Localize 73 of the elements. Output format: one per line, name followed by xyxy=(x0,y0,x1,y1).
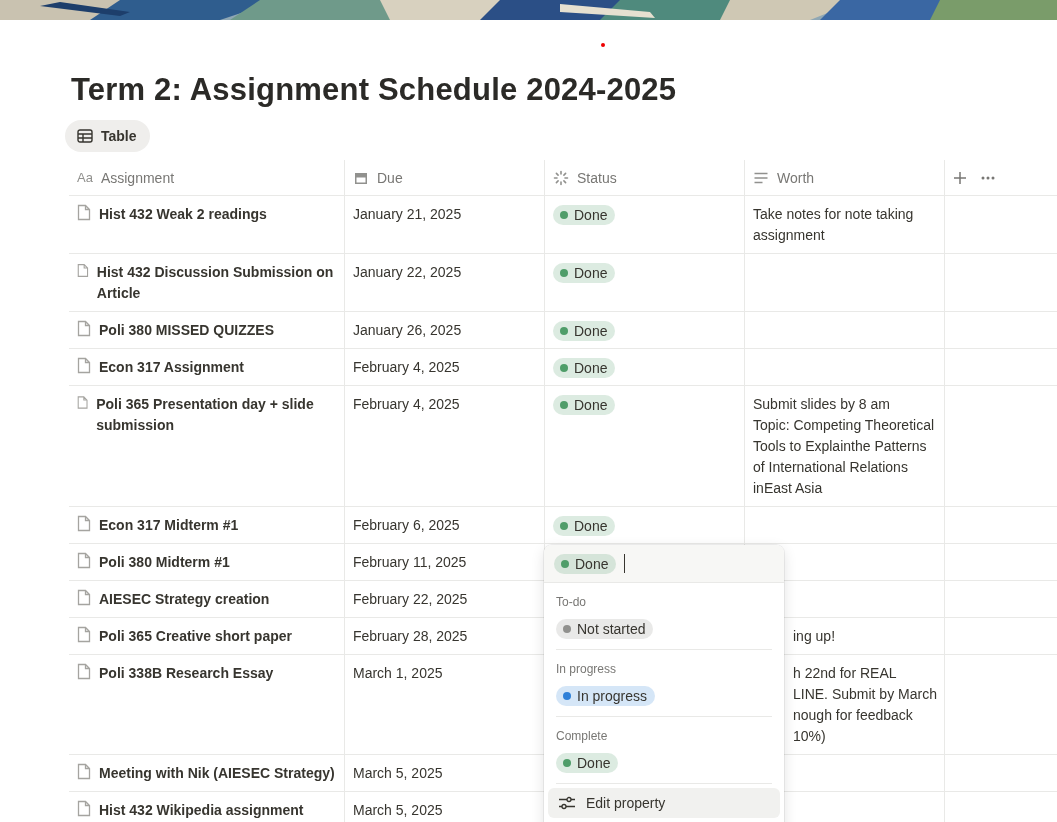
status-tag[interactable]: Done xyxy=(553,358,616,378)
assignment-name[interactable]: Poli 365 Creative short paper xyxy=(99,626,292,647)
due-date: March 5, 2025 xyxy=(353,802,443,818)
group-label: In progress xyxy=(556,662,618,676)
status-tag[interactable]: Done xyxy=(553,516,616,536)
status-tag[interactable]: Done xyxy=(553,263,616,283)
page-icon xyxy=(77,320,91,337)
due-date: February 6, 2025 xyxy=(353,517,460,533)
edit-property-item[interactable]: Edit property xyxy=(548,788,780,818)
page-icon xyxy=(77,262,89,279)
group-label: To-do xyxy=(556,595,588,609)
loading-icon xyxy=(553,169,569,186)
status-input-field[interactable]: Done xyxy=(544,545,784,583)
column-label: Status xyxy=(577,169,617,186)
group-label: Complete xyxy=(556,729,609,743)
due-date: February 4, 2025 xyxy=(353,396,460,412)
text-type-icon: Aa xyxy=(77,170,93,185)
due-date: January 22, 2025 xyxy=(353,264,462,280)
text-cursor xyxy=(624,554,626,573)
page-icon xyxy=(77,663,91,680)
assignment-name[interactable]: Econ 317 Assignment xyxy=(99,357,244,378)
column-header[interactable]: Aa Assignment xyxy=(69,160,344,196)
add-icon[interactable] xyxy=(953,170,967,185)
assignment-name[interactable]: Poli 338B Research Essay xyxy=(99,663,274,747)
page-icon xyxy=(77,515,91,532)
assignment-name[interactable]: Hist 432 Wikipedia assignment xyxy=(99,800,304,821)
worth-text: ing up! xyxy=(792,627,837,646)
worth-text: Submit slides by 8 am Topic: Competing Theoretical Tools to Explainthe Patterns of International Relations inEast Asia xyxy=(753,395,936,498)
sliders-icon xyxy=(558,796,576,810)
due-date: February 22, 2025 xyxy=(353,591,468,607)
column-label: Due xyxy=(377,169,403,186)
due-date: February 28, 2025 xyxy=(353,628,468,644)
page-icon xyxy=(77,800,91,817)
page-icon xyxy=(77,626,91,643)
status-option[interactable]: In progress xyxy=(556,686,656,706)
more-icon[interactable] xyxy=(981,175,995,180)
worth-text: Take notes for note taking assignment xyxy=(753,205,915,245)
page-icon xyxy=(77,589,91,606)
page-icon xyxy=(77,357,91,374)
assignment-name[interactable]: Poli 365 Presentation day + slide submission xyxy=(96,394,336,499)
page-icon xyxy=(77,394,89,411)
view-tab[interactable]: Table xyxy=(65,120,150,152)
page-icon xyxy=(77,204,91,221)
page-icon xyxy=(77,552,91,569)
due-date: March 1, 2025 xyxy=(353,665,443,681)
status-tag[interactable]: Done xyxy=(553,395,616,415)
due-date: February 11, 2025 xyxy=(353,554,467,570)
assignment-name[interactable]: Meeting with Nik (AIESEC Strategy) xyxy=(99,763,335,784)
table-icon xyxy=(77,129,93,143)
assignment-name[interactable]: Poli 380 MISSED QUIZZES xyxy=(99,320,275,341)
page-title: Term 2: Assignment Schedule 2024-2025 xyxy=(71,72,678,108)
due-date: March 5, 2025 xyxy=(353,765,443,781)
page-icon xyxy=(77,763,91,780)
status-tag[interactable]: Done xyxy=(553,321,616,341)
due-date: January 21, 2025 xyxy=(353,206,462,222)
column-label: Assignment xyxy=(100,169,175,186)
assignment-name[interactable]: Hist 432 Discussion Submission on Article xyxy=(96,262,336,304)
column-header[interactable]: Status xyxy=(544,160,744,196)
selected-status-tag[interactable]: Done xyxy=(554,553,617,574)
assignment-name[interactable]: Econ 317 Midterm #1 xyxy=(99,515,239,536)
due-date: January 26, 2025 xyxy=(353,322,462,338)
assignment-name[interactable]: Hist 432 Weak 2 readings xyxy=(99,204,267,246)
assignment-name[interactable]: AIESEC Strategy creation xyxy=(99,589,270,610)
status-option[interactable]: Done xyxy=(556,753,619,773)
worth-text: h 22nd for REAL LINE. Submit by March nough for feedback 10%) xyxy=(792,664,936,746)
assignment-name[interactable]: Poli 380 Midterm #1 xyxy=(99,552,230,573)
due-date: February 4, 2025 xyxy=(353,359,460,375)
marker-dot xyxy=(601,43,605,47)
column-header[interactable]: Due xyxy=(344,160,544,196)
status-option[interactable]: Not started xyxy=(556,619,654,639)
column-label: Worth xyxy=(777,169,815,186)
column-header[interactable]: Worth xyxy=(744,160,944,196)
status-tag[interactable]: Done xyxy=(553,205,616,225)
